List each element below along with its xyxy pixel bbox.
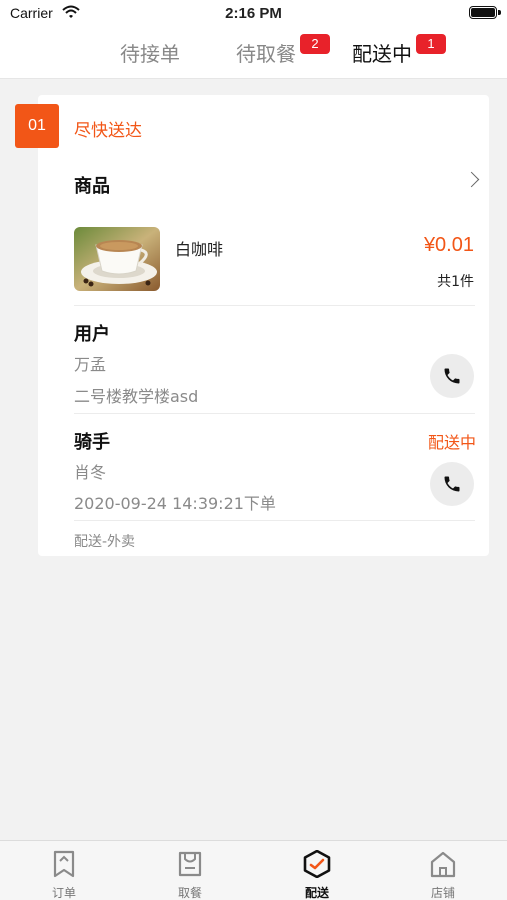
goods-section-title: 商品 [74,176,110,197]
bottom-tab-bar: 订单 取餐 配送 店铺 [0,840,507,900]
bag-icon [178,851,202,877]
tab-pending-pickup[interactable]: 待取餐 2 [236,34,330,67]
tab-label: 待取餐 [236,42,296,66]
product-image [74,227,160,291]
nav-label: 订单 [51,886,76,900]
product-quantity: 共1件 [437,274,474,290]
nav-label: 取餐 [177,886,202,900]
nav-pickup[interactable]: 取餐 [160,841,220,900]
tab-badge: 1 [416,34,446,54]
phone-icon [444,368,460,384]
delivery-icon [303,850,331,878]
product-name: 白咖啡 [175,240,224,259]
order-number-badge: 01 [15,104,59,148]
nav-store[interactable]: 店铺 [413,841,473,900]
phone-icon [444,476,460,492]
tab-pending-accept[interactable]: 待接单 [120,38,180,67]
store-icon [430,851,456,878]
order-time: 2020-09-24 14:39:21下单 [74,494,276,513]
tab-label: 待接单 [120,42,180,66]
order-type: 配送-外卖 [74,534,136,550]
call-rider-button[interactable] [430,462,474,506]
product-price: ¥0.01 [423,234,474,256]
customer-address: 二号楼教学楼asd [74,387,199,406]
status-time: 2:16 PM [225,5,282,22]
rider-name: 肖冬 [74,463,107,482]
status-bar: Carrier 2:16 PM [0,0,507,28]
tab-label: 配送中 [352,42,412,66]
customer-name: 万孟 [74,355,107,374]
bookmark-icon [53,850,75,878]
divider [74,520,475,521]
delivery-status: 配送中 [427,433,476,452]
customer-section-title: 用户 [74,324,110,345]
divider [74,413,475,414]
nav-label: 配送 [304,886,329,900]
nav-label: 店铺 [430,886,455,900]
battery-icon [469,6,501,19]
nav-orders[interactable]: 订单 [34,841,94,900]
tab-badge: 2 [300,34,330,54]
nav-delivery[interactable]: 配送 [287,841,347,900]
call-customer-button[interactable] [430,354,474,398]
delivery-urgency: 尽快送达 [74,121,142,141]
rider-section-title: 骑手 [74,432,110,453]
header: Carrier 2:16 PM 待接单 待取餐 2 配送中 1 [0,0,507,79]
divider [74,305,475,306]
tab-delivering[interactable]: 配送中 1 [352,34,446,68]
